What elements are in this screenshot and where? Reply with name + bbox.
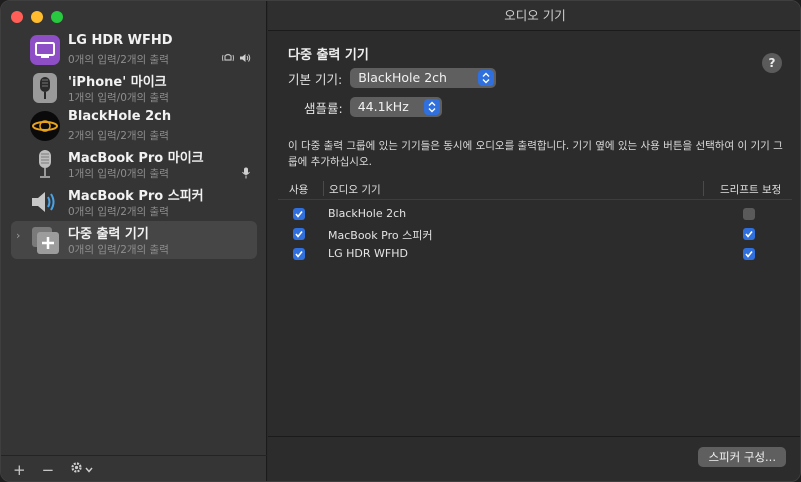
sample-rate-label: 샘플률: xyxy=(304,100,343,116)
audio-midi-window: LG HDR WFHD 0개의 입력/2개의 출력 'iPhone' 마이크 1… xyxy=(0,0,801,482)
close-window-button[interactable] xyxy=(11,11,23,23)
device-io-count: 0개의 입력/2개의 출력 xyxy=(68,244,169,256)
use-checkbox[interactable] xyxy=(293,208,305,220)
device-io-count: 0개의 입력/2개의 출력 xyxy=(68,206,169,218)
primary-device-label: 기본 기기: xyxy=(288,71,343,87)
device-item-iphone-mic[interactable]: 'iPhone' 마이크 1개의 입력/0개의 출력 xyxy=(11,69,257,107)
device-item-multi-output[interactable]: › 다중 출력 기기 0개의 입력/2개의 출력 xyxy=(11,221,257,259)
speaker-icon xyxy=(29,186,61,218)
microphone-icon xyxy=(29,148,61,180)
popup-stepper-icon xyxy=(478,70,495,86)
sample-rate-row: 샘플률: 44.1kHz xyxy=(304,97,442,117)
device-io-count: 0개의 입력/2개의 출력 xyxy=(68,54,169,66)
device-name: MacBook Pro 스피커 xyxy=(68,189,204,204)
help-button[interactable]: ? xyxy=(762,53,782,73)
device-status-indicators xyxy=(241,167,251,182)
primary-device-popup[interactable]: BlackHole 2ch xyxy=(350,68,497,88)
drift-correction-checkbox[interactable] xyxy=(743,208,755,220)
disclosure-chevron-icon[interactable]: › xyxy=(16,229,20,242)
footer-divider xyxy=(268,436,800,437)
zoom-window-button[interactable] xyxy=(51,11,63,23)
primary-device-row: 기본 기기: BlackHole 2ch xyxy=(288,68,497,88)
mic-active-icon xyxy=(241,167,251,182)
device-name: LG HDR WFHD xyxy=(68,33,173,48)
primary-device-value: BlackHole 2ch xyxy=(358,70,447,85)
device-item-lg-hdr-wfhd[interactable]: LG HDR WFHD 0개의 입력/2개의 출력 xyxy=(11,31,257,69)
blackhole-icon xyxy=(29,110,61,142)
microphone-icon xyxy=(29,72,61,104)
column-divider xyxy=(323,181,324,196)
column-header-use[interactable]: 사용 xyxy=(289,182,308,197)
table-row: MacBook Pro 스피커 xyxy=(278,224,792,244)
device-cell: LG HDR WFHD xyxy=(328,247,408,260)
device-table: 사용 오디오 기기 드리프트 보정 BlackHole 2ch MacBook … xyxy=(278,178,792,264)
alert-icon xyxy=(221,53,235,66)
sidebar-footer: + − xyxy=(1,455,267,481)
sample-rate-value: 44.1kHz xyxy=(357,99,409,114)
use-checkbox[interactable] xyxy=(293,248,305,260)
drift-correction-checkbox[interactable] xyxy=(743,248,755,260)
multi-output-icon xyxy=(29,224,61,256)
drift-correction-checkbox[interactable] xyxy=(743,228,755,240)
main-panel: 오디오 기기 다중 출력 기기 ? 기본 기기: BlackHole 2ch 샘… xyxy=(268,1,800,481)
sidebar: LG HDR WFHD 0개의 입력/2개의 출력 'iPhone' 마이크 1… xyxy=(1,1,267,481)
device-io-count: 2개의 입력/2개의 출력 xyxy=(68,130,169,142)
use-checkbox[interactable] xyxy=(293,228,305,240)
chevron-down-icon xyxy=(85,462,93,477)
device-status-indicators xyxy=(221,53,251,66)
device-name: 다중 출력 기기 xyxy=(68,227,149,242)
page-title: 다중 출력 기기 xyxy=(288,48,369,63)
window-title: 오디오 기기 xyxy=(268,1,800,31)
minimize-window-button[interactable] xyxy=(31,11,43,23)
device-item-macbook-speaker[interactable]: MacBook Pro 스피커 0개의 입력/2개의 출력 xyxy=(11,183,257,221)
speaker-volume-icon xyxy=(239,53,251,66)
column-divider xyxy=(703,181,704,196)
column-header-drift[interactable]: 드리프트 보정 xyxy=(720,182,781,197)
device-name: MacBook Pro 마이크 xyxy=(68,151,204,166)
window-controls xyxy=(11,11,63,23)
add-device-button[interactable]: + xyxy=(13,461,26,479)
device-list: LG HDR WFHD 0개의 입력/2개의 출력 'iPhone' 마이크 1… xyxy=(11,31,257,259)
device-cell: BlackHole 2ch xyxy=(328,207,407,220)
device-item-macbook-mic[interactable]: MacBook Pro 마이크 1개의 입력/0개의 출력 xyxy=(11,145,257,183)
device-io-count: 1개의 입력/0개의 출력 xyxy=(68,168,169,180)
table-row: BlackHole 2ch xyxy=(278,204,792,224)
column-header-device[interactable]: 오디오 기기 xyxy=(329,182,381,197)
configure-speakers-button[interactable]: 스피커 구성... xyxy=(698,447,786,467)
gear-icon xyxy=(70,461,83,478)
table-header: 사용 오디오 기기 드리프트 보정 xyxy=(278,178,792,200)
device-name: BlackHole 2ch xyxy=(68,109,172,124)
description-text: 이 다중 출력 그룹에 있는 기기들은 동시에 오디오를 출력합니다. 기기 옆… xyxy=(288,140,783,168)
gear-menu-button[interactable] xyxy=(70,461,93,478)
device-cell: MacBook Pro 스피커 xyxy=(328,229,433,242)
popup-stepper-icon xyxy=(423,99,440,115)
sample-rate-popup[interactable]: 44.1kHz xyxy=(349,97,442,117)
remove-device-button[interactable]: − xyxy=(42,461,55,479)
device-name: 'iPhone' 마이크 xyxy=(68,75,167,90)
device-item-blackhole[interactable]: BlackHole 2ch 2개의 입력/2개의 출력 xyxy=(11,107,257,145)
device-io-count: 1개의 입력/0개의 출력 xyxy=(68,92,169,104)
table-row: LG HDR WFHD xyxy=(278,244,792,264)
monitor-icon xyxy=(29,34,61,66)
